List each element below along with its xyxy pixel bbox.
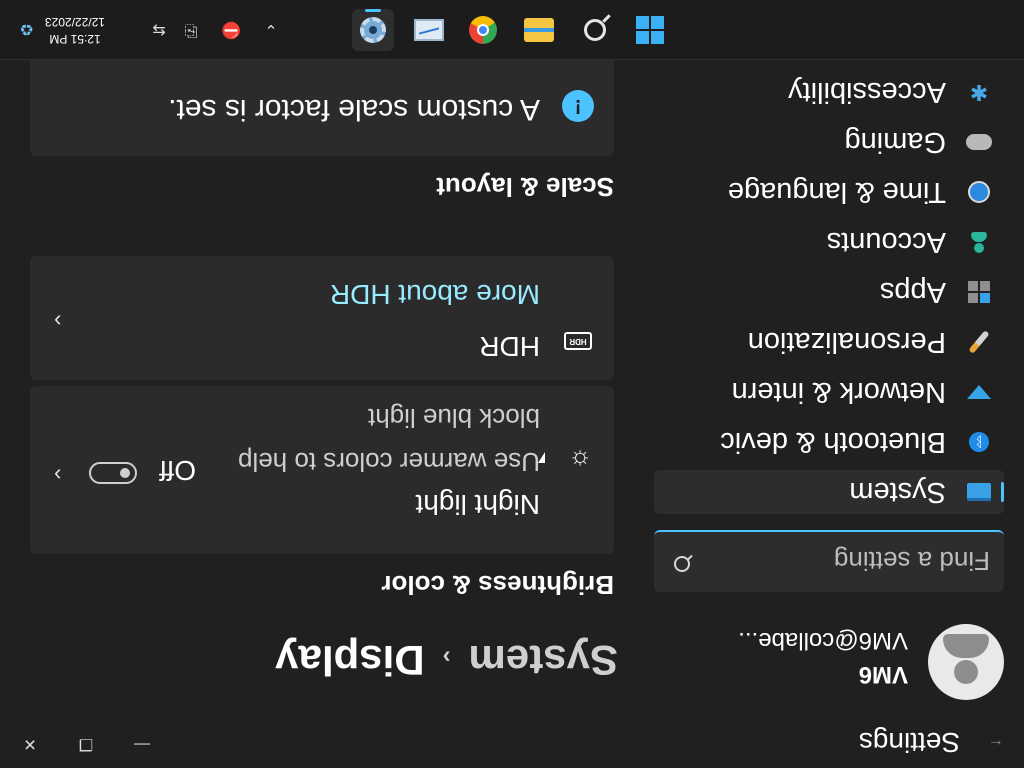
sidebar-item-accounts[interactable]: Accounts bbox=[654, 220, 1004, 264]
sidebar-item-system[interactable]: System bbox=[654, 470, 1004, 514]
sidebar-item-gaming[interactable]: Gaming bbox=[654, 120, 1004, 164]
toggle-knob bbox=[120, 468, 130, 478]
profile-email: VM6@collabe... bbox=[738, 627, 908, 654]
sidebar-item-apps[interactable]: Apps bbox=[654, 270, 1004, 314]
sidebar-item-label: Bluetooth & devic bbox=[720, 426, 946, 459]
chevron-right-icon: › bbox=[442, 644, 451, 672]
network-disconnected-icon[interactable]: ⛔ bbox=[218, 19, 244, 41]
sidebar-item-label: Accounts bbox=[826, 226, 946, 259]
hdr-title: HDR bbox=[479, 331, 540, 362]
gear-icon bbox=[360, 17, 386, 43]
globe-clock-icon bbox=[966, 179, 992, 205]
usb-device-icon[interactable]: ⎘ bbox=[178, 19, 204, 41]
sidebar-item-bluetooth[interactable]: ᛒ Bluetooth & devic bbox=[654, 420, 1004, 464]
section-title-scale: Scale & layout bbox=[436, 172, 614, 202]
gamepad-icon bbox=[966, 129, 992, 155]
folder-icon bbox=[524, 18, 554, 42]
profile-name: VM6 bbox=[858, 661, 908, 688]
sidebar-item-label: System bbox=[849, 476, 946, 509]
taskbar-task-manager[interactable] bbox=[408, 9, 450, 51]
search-icon bbox=[584, 19, 606, 41]
close-button[interactable]: ✕ bbox=[10, 728, 50, 760]
scale-info-card: ! A custom scale factor is set. bbox=[30, 60, 614, 156]
taskbar: ⌄ ⛔ ⎘ ⇆ 12:51 PM 12/22/2023 ♻ bbox=[0, 0, 1024, 60]
more-about-hdr-link[interactable]: More about HDR bbox=[330, 278, 540, 310]
paintbrush-icon bbox=[966, 329, 992, 355]
back-arrow-icon[interactable]: ← bbox=[984, 736, 1004, 753]
sidebar-nav: System ᛒ Bluetooth & devic Network & int… bbox=[654, 64, 1004, 514]
task-manager-icon bbox=[414, 19, 444, 41]
breadcrumb-parent[interactable]: System bbox=[469, 637, 618, 684]
user-profile[interactable]: VM6 VM6@collabe... bbox=[634, 616, 1004, 700]
avatar-head bbox=[954, 660, 978, 684]
page-title: Display bbox=[275, 637, 425, 684]
screen: ← Settings — ❐ ✕ VM6 VM6@collabe... Syst… bbox=[0, 0, 1024, 768]
chrome-icon bbox=[469, 16, 497, 44]
toggle-state-label: Off bbox=[159, 455, 196, 486]
sidebar-item-label: Apps bbox=[879, 276, 946, 309]
sidebar-item-personalization[interactable]: Personalization bbox=[654, 320, 1004, 364]
system-icon bbox=[966, 479, 992, 505]
sun-icon: ☼ bbox=[568, 446, 592, 476]
mouse-cursor-icon bbox=[538, 452, 545, 463]
sidebar-item-accessibility[interactable]: ✱ Accessibility bbox=[654, 70, 1004, 114]
search-icon bbox=[674, 556, 690, 572]
windows-logo-icon bbox=[636, 16, 664, 44]
chevron-right-icon[interactable]: › bbox=[54, 308, 61, 334]
maximize-button[interactable]: ❐ bbox=[66, 728, 106, 760]
recycle-bin-icon[interactable]: ♻ bbox=[16, 19, 34, 39]
search-box[interactable] bbox=[654, 530, 1004, 592]
chevron-down-icon[interactable]: ⌄ bbox=[258, 19, 284, 41]
info-icon: ! bbox=[562, 90, 594, 122]
sidebar-item-label: Accessibility bbox=[788, 76, 946, 109]
taskbar-clock[interactable]: 12:51 PM 12/22/2023 bbox=[34, 13, 116, 47]
taskbar-settings[interactable] bbox=[352, 9, 394, 51]
search-input[interactable] bbox=[708, 540, 992, 582]
taskbar-start-button[interactable] bbox=[629, 9, 671, 51]
taskbar-search-button[interactable] bbox=[574, 9, 616, 51]
night-light-subtitle: Use warmer colors to help block blue lig… bbox=[238, 403, 540, 477]
sidebar-item-network[interactable]: Network & intern bbox=[654, 370, 1004, 414]
bluetooth-icon: ᛒ bbox=[966, 429, 992, 455]
app-title: Settings bbox=[858, 727, 960, 758]
sidebar-item-label: Gaming bbox=[844, 126, 946, 159]
sidebar-item-label: Network & intern bbox=[731, 376, 946, 409]
minimize-button[interactable]: — bbox=[122, 728, 162, 760]
breadcrumb: System › Display bbox=[275, 636, 618, 684]
avatar-body bbox=[943, 634, 989, 658]
sidebar-item-label: Time & language bbox=[727, 176, 946, 209]
apps-icon bbox=[966, 279, 992, 305]
scale-info-text: A custom scale factor is set. bbox=[168, 93, 540, 126]
accessibility-icon: ✱ bbox=[969, 80, 989, 105]
chevron-right-icon[interactable]: › bbox=[54, 462, 61, 488]
taskbar-file-explorer[interactable] bbox=[518, 9, 560, 51]
section-title-brightness: Brightness & color bbox=[381, 570, 614, 600]
sidebar-item-label: Personalization bbox=[747, 326, 946, 359]
hdr-icon: HDR bbox=[564, 332, 592, 350]
taskbar-chrome[interactable] bbox=[462, 9, 504, 51]
sidebar-item-time-language[interactable]: Time & language bbox=[654, 170, 1004, 214]
vm-connection-icon[interactable]: ⇆ bbox=[146, 19, 172, 41]
network-icon bbox=[966, 379, 992, 405]
hdr-card[interactable]: HDR HDR More about HDR › bbox=[30, 256, 614, 380]
night-light-title: Night light bbox=[415, 489, 540, 520]
avatar bbox=[928, 624, 1004, 700]
clock-date: 12/22/2023 bbox=[44, 15, 106, 29]
night-light-card[interactable]: ☼ Night light Use warmer colors to help … bbox=[30, 386, 614, 554]
accounts-icon bbox=[966, 229, 992, 255]
night-light-toggle[interactable] bbox=[89, 462, 137, 484]
title-bar: ← Settings — ❐ ✕ bbox=[0, 720, 1024, 768]
clock-time: 12:51 PM bbox=[49, 32, 101, 46]
